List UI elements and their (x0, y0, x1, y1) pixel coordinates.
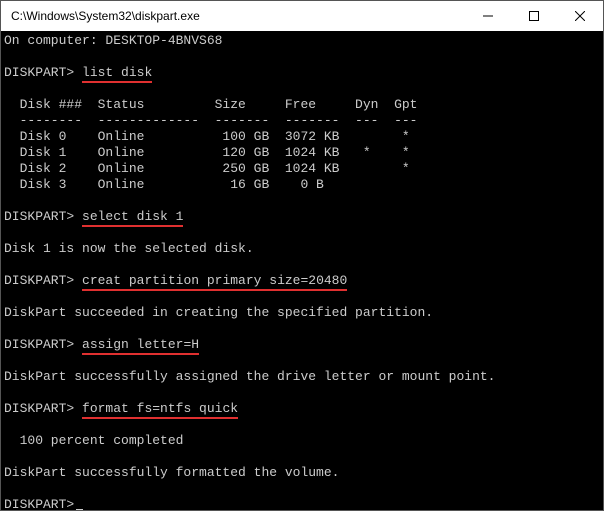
terminal-output[interactable]: On computer: DESKTOP-4BNVS68 DISKPART> l… (1, 31, 603, 510)
msg-create: DiskPart succeeded in creating the speci… (4, 305, 433, 320)
prompt: DISKPART> (4, 337, 74, 352)
cursor (76, 509, 83, 510)
minimize-icon (483, 11, 493, 21)
cmd-list-disk: list disk (82, 65, 152, 83)
maximize-icon (529, 11, 539, 21)
cmd-select-disk: select disk 1 (82, 209, 183, 227)
diskpart-window: C:\Windows\System32\diskpart.exe On comp… (0, 0, 604, 511)
table-row: Disk 1 Online 120 GB 1024 KB * * (4, 145, 410, 160)
maximize-button[interactable] (511, 1, 557, 31)
cmd-assign-letter: assign letter=H (82, 337, 199, 355)
prompt: DISKPART> (4, 65, 74, 80)
prompt: DISKPART> (4, 209, 74, 224)
prompt: DISKPART> (4, 497, 74, 510)
prompt: DISKPART> (4, 401, 74, 416)
minimize-button[interactable] (465, 1, 511, 31)
table-header: Disk ### Status Size Free Dyn Gpt (4, 97, 417, 112)
close-button[interactable] (557, 1, 603, 31)
msg-assign: DiskPart successfully assigned the drive… (4, 369, 495, 384)
computer-line: On computer: DESKTOP-4BNVS68 (4, 33, 222, 48)
table-row: Disk 0 Online 100 GB 3072 KB * (4, 129, 410, 144)
msg-select: Disk 1 is now the selected disk. (4, 241, 254, 256)
table-row: Disk 2 Online 250 GB 1024 KB * (4, 161, 410, 176)
cmd-format: format fs=ntfs quick (82, 401, 238, 419)
window-controls (465, 1, 603, 31)
table-divider: -------- ------------- ------- ------- -… (4, 113, 417, 128)
prompt: DISKPART> (4, 273, 74, 288)
window-title: C:\Windows\System32\diskpart.exe (11, 9, 465, 23)
close-icon (575, 11, 585, 21)
table-row: Disk 3 Online 16 GB 0 B (4, 177, 324, 192)
cmd-create-partition: creat partition primary size=20480 (82, 273, 347, 291)
titlebar[interactable]: C:\Windows\System32\diskpart.exe (1, 1, 603, 31)
msg-format: DiskPart successfully formatted the volu… (4, 465, 339, 480)
msg-progress: 100 percent completed (4, 433, 183, 448)
